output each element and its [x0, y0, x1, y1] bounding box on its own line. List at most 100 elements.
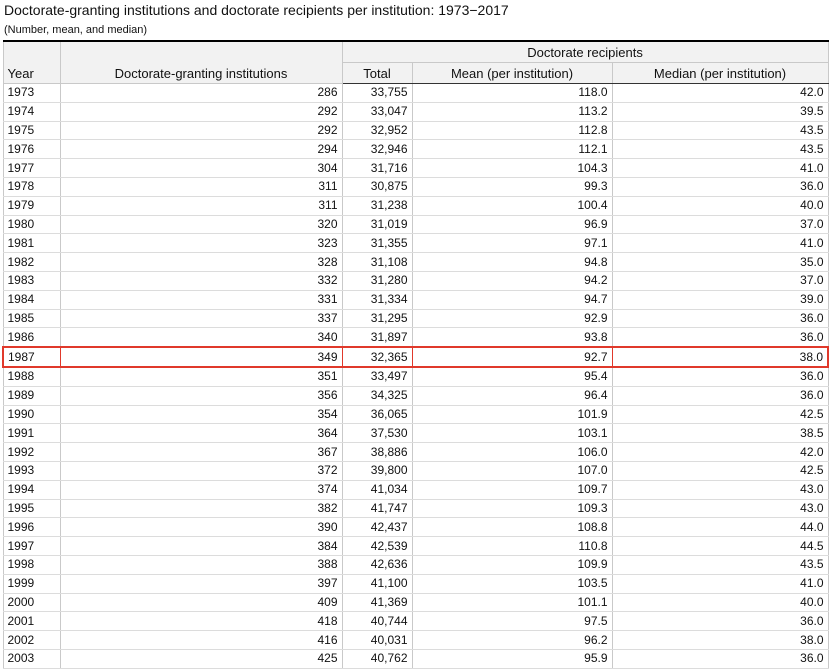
cell-mean: 113.2 [411, 102, 613, 122]
header-mean: Mean (per institution) [411, 62, 613, 84]
cell-total: 37,530 [341, 423, 413, 444]
cell-institutions: 331 [59, 290, 343, 310]
cell-median: 43.0 [611, 480, 829, 500]
cell-year: 1985 [2, 309, 61, 329]
cell-institutions: 397 [59, 574, 343, 594]
cell-year: 1994 [2, 480, 61, 500]
cell-median: 40.0 [611, 593, 829, 613]
cell-median: 37.0 [611, 271, 829, 291]
cell-year: 1990 [2, 405, 61, 425]
cell-mean: 109.3 [411, 499, 613, 519]
table-row: 1992 367 38,886 106.0 42.0 [2, 442, 829, 462]
cell-total: 33,497 [341, 366, 413, 387]
cell-median: 43.5 [611, 139, 829, 160]
table-row: 2001 418 40,744 97.5 36.0 [2, 611, 829, 632]
cell-mean: 97.1 [411, 233, 613, 254]
cell-mean: 103.5 [411, 574, 613, 594]
cell-median: 42.5 [611, 405, 829, 425]
cell-mean: 96.4 [411, 386, 613, 406]
cell-median: 36.0 [611, 611, 829, 632]
header-institutions: Doctorate-granting institutions [59, 40, 343, 84]
table-row: 1990 354 36,065 101.9 42.5 [2, 405, 829, 425]
cell-total: 42,539 [341, 536, 413, 556]
cell-mean: 112.8 [411, 121, 613, 141]
cell-mean: 99.3 [411, 177, 613, 197]
cell-institutions: 354 [59, 405, 343, 425]
cell-mean: 95.4 [411, 366, 613, 387]
header-year: Year [2, 40, 61, 84]
cell-median: 42.0 [611, 442, 829, 462]
cell-median: 42.5 [611, 461, 829, 481]
cell-median: 36.0 [611, 366, 829, 387]
table-row: 2000 409 41,369 101.1 40.0 [2, 593, 829, 613]
cell-institutions: 409 [59, 593, 343, 613]
cell-year: 1996 [2, 517, 61, 538]
cell-institutions: 323 [59, 233, 343, 254]
cell-mean: 92.9 [411, 309, 613, 329]
cell-institutions: 382 [59, 499, 343, 519]
table-row-highlighted: 1987 349 32,365 92.7 38.0 [2, 346, 830, 368]
cell-total: 33,755 [341, 83, 413, 103]
cell-year: 1998 [2, 555, 61, 575]
cell-mean: 107.0 [411, 461, 613, 481]
cell-median: 41.0 [611, 574, 829, 594]
cell-total: 42,437 [341, 517, 413, 538]
cell-total: 41,369 [341, 593, 413, 613]
cell-mean: 95.9 [411, 649, 613, 669]
cell-mean: 118.0 [411, 83, 613, 103]
cell-year: 1974 [2, 102, 61, 122]
doctorate-table: Year Doctorate-granting institutions Doc… [2, 40, 830, 669]
cell-year: 1977 [2, 158, 61, 178]
cell-median: 38.5 [611, 423, 829, 444]
cell-institutions: 384 [59, 536, 343, 556]
table-row: 1978 311 30,875 99.3 36.0 [2, 177, 829, 197]
table-row: 1985 337 31,295 92.9 36.0 [2, 309, 829, 329]
cell-median: 36.0 [611, 177, 829, 197]
cell-year: 1983 [2, 271, 61, 291]
cell-institutions: 349 [59, 346, 343, 368]
cell-institutions: 367 [59, 442, 343, 462]
cell-mean: 101.1 [411, 593, 613, 613]
cell-year: 1999 [2, 574, 61, 594]
cell-total: 30,875 [341, 177, 413, 197]
table-row: 2003 425 40,762 95.9 36.0 [2, 649, 829, 669]
cell-total: 40,031 [341, 630, 413, 650]
cell-total: 32,952 [341, 121, 413, 141]
cell-year: 1997 [2, 536, 61, 556]
cell-total: 31,897 [341, 327, 413, 348]
cell-total: 41,747 [341, 499, 413, 519]
cell-year: 1995 [2, 499, 61, 519]
cell-total: 34,325 [341, 386, 413, 406]
cell-year: 1988 [2, 366, 61, 387]
cell-year: 1991 [2, 423, 61, 444]
table-row: 1986 340 31,897 93.8 36.0 [2, 327, 829, 348]
cell-median: 44.5 [611, 536, 829, 556]
cell-mean: 94.8 [411, 252, 613, 272]
cell-year: 2001 [2, 611, 61, 632]
cell-median: 40.0 [611, 196, 829, 216]
cell-year: 1986 [2, 327, 61, 348]
table-row: 1973 286 33,755 118.0 42.0 [2, 83, 829, 103]
cell-year: 2000 [2, 593, 61, 613]
table-row: 1982 328 31,108 94.8 35.0 [2, 252, 829, 272]
cell-total: 36,065 [341, 405, 413, 425]
cell-institutions: 364 [59, 423, 343, 444]
cell-mean: 112.1 [411, 139, 613, 160]
cell-institutions: 311 [59, 196, 343, 216]
cell-mean: 94.7 [411, 290, 613, 310]
cell-institutions: 328 [59, 252, 343, 272]
cell-institutions: 374 [59, 480, 343, 500]
table-row: 1993 372 39,800 107.0 42.5 [2, 461, 829, 481]
cell-mean: 93.8 [411, 327, 613, 348]
table-row: 1989 356 34,325 96.4 36.0 [2, 386, 829, 406]
cell-total: 38,886 [341, 442, 413, 462]
cell-total: 31,334 [341, 290, 413, 310]
cell-mean: 106.0 [411, 442, 613, 462]
header-doctorate-recipients: Doctorate recipients [341, 40, 829, 63]
cell-median: 43.0 [611, 499, 829, 519]
cell-year: 1989 [2, 386, 61, 406]
cell-mean: 108.8 [411, 517, 613, 538]
cell-total: 42,636 [341, 555, 413, 575]
cell-mean: 104.3 [411, 158, 613, 178]
table-row: 1984 331 31,334 94.7 39.0 [2, 290, 829, 310]
